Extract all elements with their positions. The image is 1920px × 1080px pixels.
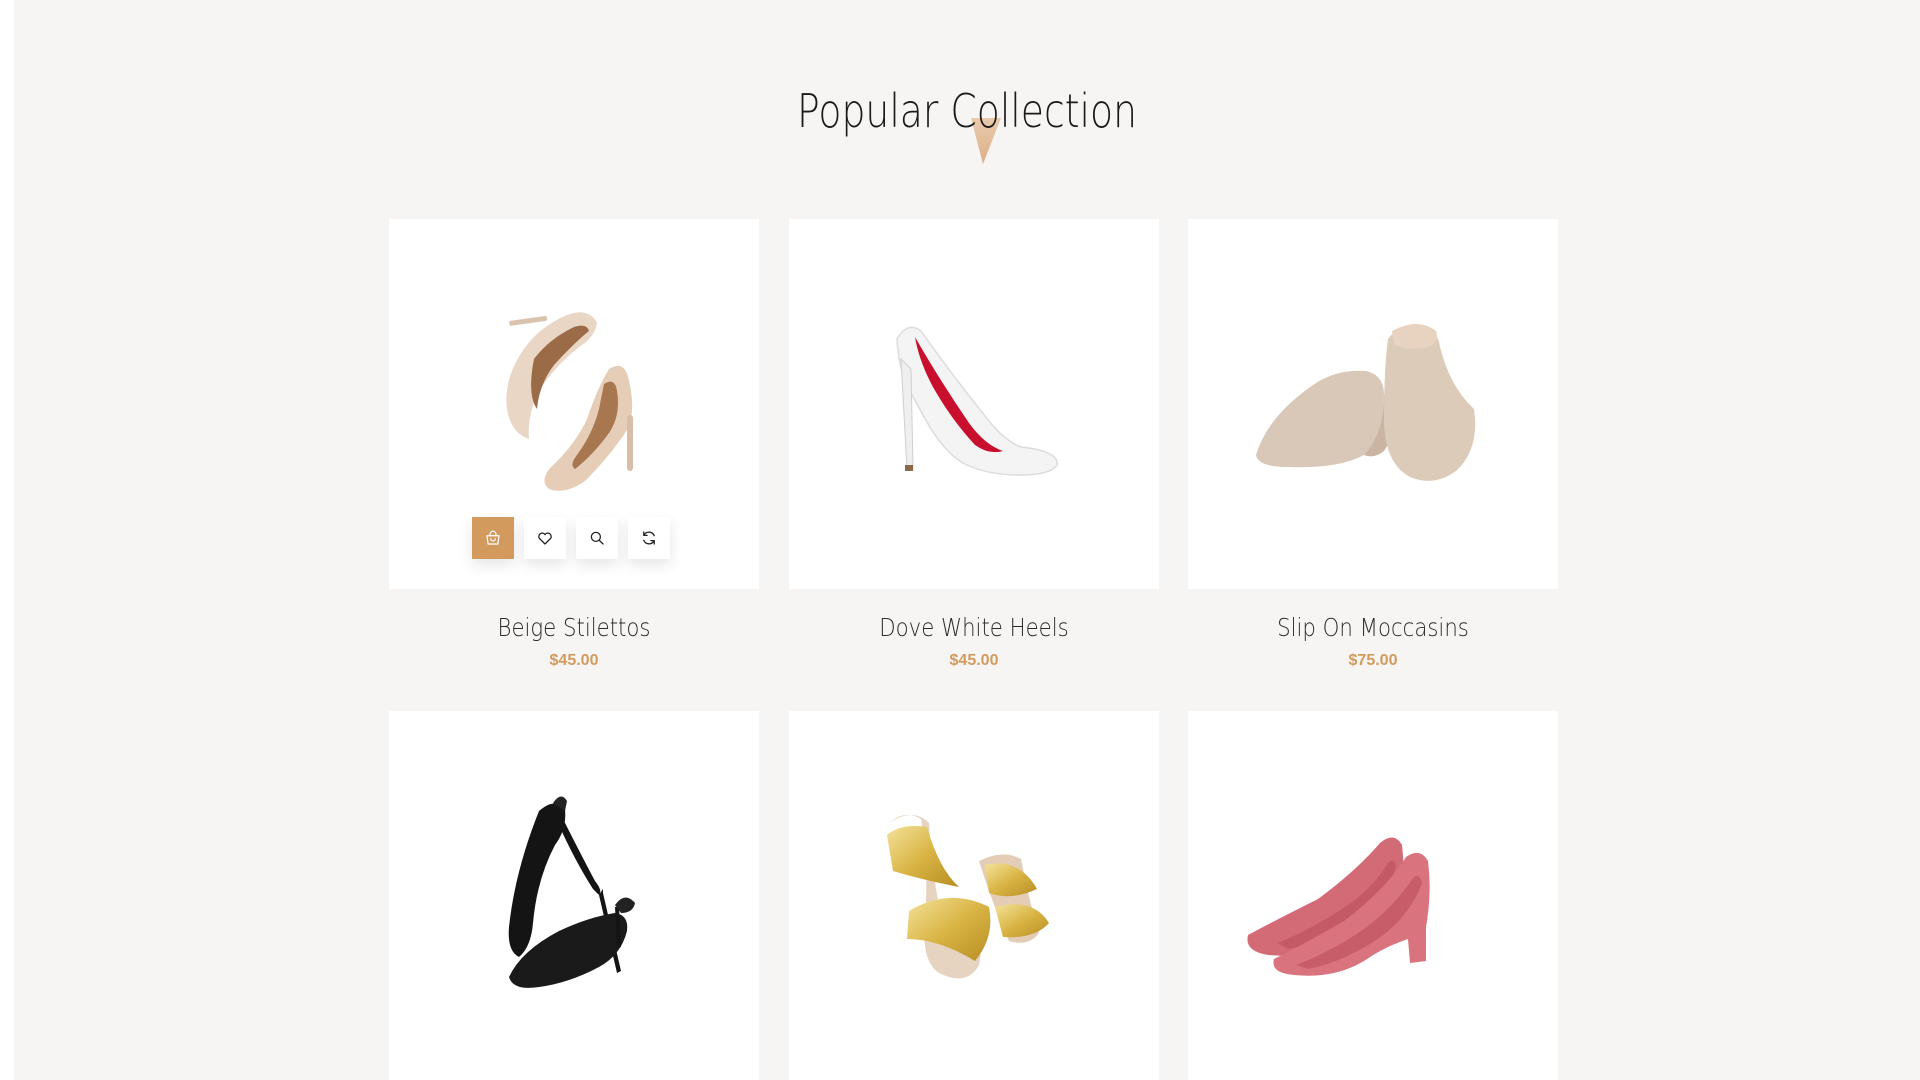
- product-price: $45.00: [549, 652, 599, 669]
- product-actions: [472, 517, 670, 559]
- section-title: Popular Collection: [796, 84, 1137, 138]
- gold-sandals-image: [887, 814, 1049, 979]
- product-image[interactable]: [1188, 711, 1558, 1080]
- wishlist-button[interactable]: [524, 517, 566, 559]
- product-image[interactable]: [789, 219, 1159, 589]
- product-card-dove-white-heels[interactable]: Dove White Heels $45.00: [789, 219, 1159, 670]
- product-card-slip-on-moccasins[interactable]: Slip On Moccasins $75.00: [1188, 219, 1558, 670]
- product-image[interactable]: [389, 711, 759, 1080]
- quick-view-button[interactable]: [576, 517, 618, 559]
- product-name[interactable]: Beige Stilettos: [417, 613, 732, 642]
- product-image[interactable]: [389, 219, 759, 589]
- product-price: $45.00: [949, 652, 999, 669]
- product-name[interactable]: Slip On Moccasins: [1216, 613, 1531, 642]
- product-price: $75.00: [1348, 652, 1398, 669]
- search-icon: [590, 531, 604, 545]
- refresh-icon: [643, 531, 655, 545]
- shopping-bag-icon: [486, 530, 500, 545]
- heart-icon: [538, 532, 552, 545]
- pink-pumps-image: [1247, 837, 1430, 976]
- page: Popular Collection Beige Stilettos $45.0…: [14, 0, 1920, 1080]
- product-name[interactable]: Dove White Heels: [817, 613, 1132, 642]
- product-card-beige-stilettos[interactable]: Beige Stilettos $45.00: [389, 219, 759, 670]
- product-card-gold-sandals[interactable]: [789, 711, 1159, 1080]
- product-image[interactable]: [1188, 219, 1558, 589]
- black-heels-image: [508, 796, 635, 988]
- product-card-black-heels[interactable]: [389, 711, 759, 1080]
- product-image[interactable]: [789, 711, 1159, 1080]
- slip-on-moccasins-image: [1256, 324, 1476, 481]
- product-card-pink-pumps[interactable]: [1188, 711, 1558, 1080]
- compare-button[interactable]: [628, 517, 670, 559]
- add-to-cart-button[interactable]: [472, 517, 514, 559]
- dove-white-heels-image: [896, 326, 1058, 476]
